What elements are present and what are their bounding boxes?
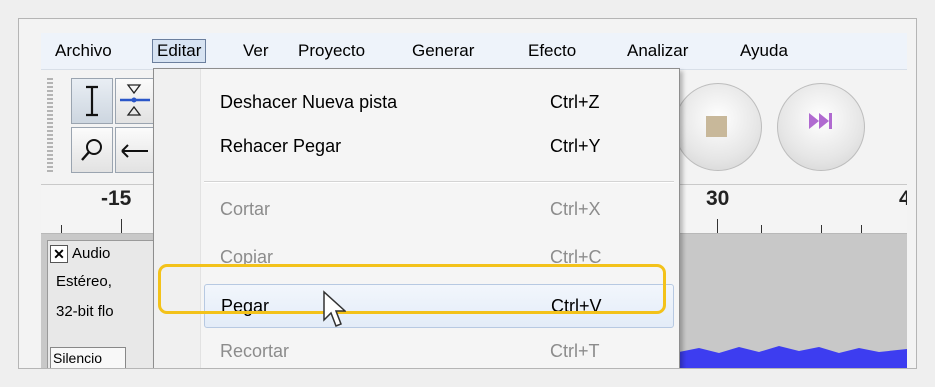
audacity-window: Archivo Editar Ver Proyecto Generar Efec… — [41, 33, 907, 368]
skip-to-end-button[interactable] — [777, 83, 865, 171]
envelope-tool-icon — [120, 84, 150, 116]
ruler-tick — [121, 219, 122, 233]
menu-item-redo[interactable]: Rehacer Pegar Ctrl+Y — [200, 124, 678, 168]
menu-item-shortcut: Ctrl+T — [550, 341, 600, 361]
select-tool-icon — [86, 85, 98, 117]
menu-icon-gutter — [154, 69, 201, 368]
menu-analizar[interactable]: Analizar — [623, 39, 692, 63]
track-format: 32-bit flo — [56, 303, 114, 320]
stop-icon — [706, 116, 727, 137]
ruler-tick — [61, 225, 62, 233]
menu-item-label: Deshacer Nueva pista — [220, 92, 398, 112]
envelope-tool-button[interactable] — [115, 78, 155, 124]
stop-button[interactable] — [674, 83, 762, 171]
screenshot-frame: Archivo Editar Ver Proyecto Generar Efec… — [18, 18, 917, 369]
menu-item-undo[interactable]: Deshacer Nueva pista Ctrl+Z — [200, 80, 678, 124]
track-control-panel: ✕ Audio Estéreo, 32-bit flo Silencio — [47, 240, 157, 368]
ruler-tick — [761, 225, 762, 233]
menu-bar: Archivo Editar Ver Proyecto Generar Efec… — [41, 33, 907, 70]
ruler-label: -15 — [101, 187, 132, 210]
menu-ayuda[interactable]: Ayuda — [736, 39, 792, 63]
highlight-ring — [158, 264, 666, 314]
menu-item-label: Recortar — [220, 341, 290, 361]
menu-item-shortcut: Ctrl+Y — [550, 136, 601, 156]
zoom-tool-button[interactable] — [71, 127, 113, 173]
skip-to-end-icon — [809, 113, 832, 129]
menu-separator — [204, 181, 674, 183]
ruler-tick — [821, 225, 822, 233]
menu-item-label: Rehacer Pegar — [220, 136, 342, 156]
menu-proyecto[interactable]: Proyecto — [294, 39, 369, 63]
menu-archivo[interactable]: Archivo — [51, 39, 116, 63]
ruler-label: 4 — [899, 187, 907, 211]
edit-menu-dropdown: Deshacer Nueva pista Ctrl+Z Rehacer Pega… — [153, 68, 680, 368]
toolbar-grip[interactable] — [47, 78, 53, 173]
silence-button[interactable]: Silencio — [50, 347, 126, 368]
menu-item-trim[interactable]: Recortar Ctrl+T — [200, 329, 678, 368]
ruler-label: 30 — [706, 187, 730, 210]
menu-editar[interactable]: Editar — [152, 39, 207, 63]
close-track-icon[interactable]: ✕ — [50, 245, 68, 263]
track-name[interactable]: Audio — [72, 245, 110, 262]
timeshift-tool-icon — [121, 144, 148, 158]
timeshift-tool-button[interactable] — [115, 127, 155, 173]
menu-ver[interactable]: Ver — [239, 39, 273, 63]
zoom-tool-icon — [81, 139, 102, 161]
menu-efecto[interactable]: Efecto — [524, 39, 580, 63]
menu-item-cut[interactable]: Cortar Ctrl+X — [200, 187, 678, 231]
select-tool-button[interactable] — [71, 78, 113, 124]
menu-item-shortcut: Ctrl+X — [550, 199, 601, 219]
track-channels: Estéreo, — [56, 273, 112, 290]
menu-generar[interactable]: Generar — [408, 39, 478, 63]
ruler-tick — [861, 225, 862, 233]
menu-item-label: Cortar — [220, 199, 271, 219]
ruler-tick — [717, 219, 718, 233]
menu-item-shortcut: Ctrl+Z — [550, 92, 600, 112]
mouse-pointer-icon — [323, 290, 346, 327]
